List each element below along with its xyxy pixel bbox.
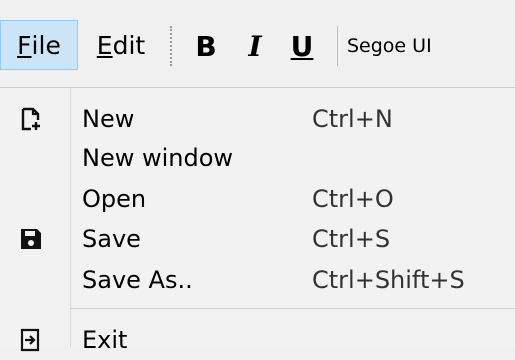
menu-separator bbox=[70, 308, 515, 309]
menu-item-label: Open bbox=[82, 184, 147, 213]
underline-button[interactable]: U bbox=[284, 27, 320, 65]
floppy-disk-icon bbox=[16, 224, 46, 254]
menu-file-mnemonic: F bbox=[17, 30, 32, 60]
menu-bar: File Edit B I U Segoe UI bbox=[0, 0, 515, 87]
font-name-selector[interactable]: Segoe UI bbox=[347, 28, 432, 64]
menu-item-open[interactable]: Open Ctrl+O bbox=[0, 178, 515, 219]
menu-file-label: ile bbox=[31, 30, 61, 60]
menu-item-exit[interactable]: Exit bbox=[0, 319, 515, 360]
menu-item-shortcut: Ctrl+Shift+S bbox=[312, 265, 465, 294]
bold-button[interactable]: B bbox=[188, 27, 224, 65]
new-file-icon bbox=[16, 104, 46, 134]
menu-file[interactable]: File bbox=[0, 20, 78, 70]
menu-edit-mnemonic: E bbox=[96, 30, 113, 60]
file-menu-dropdown: New Ctrl+N New window Open Ctrl+O Save C… bbox=[0, 87, 515, 354]
menu-item-shortcut: Ctrl+S bbox=[312, 224, 391, 253]
menu-edit-label: dit bbox=[112, 30, 146, 60]
toolbar-separator bbox=[337, 26, 338, 66]
menu-item-shortcut: Ctrl+O bbox=[312, 184, 394, 213]
menu-item-label: Save bbox=[82, 224, 141, 253]
menu-item-save[interactable]: Save Ctrl+S bbox=[0, 218, 515, 259]
menu-item-shortcut: Ctrl+N bbox=[312, 104, 393, 133]
menu-edit[interactable]: Edit bbox=[86, 20, 156, 70]
menu-item-save-as[interactable]: Save As.. Ctrl+Shift+S bbox=[0, 259, 515, 300]
menu-item-new-window[interactable]: New window bbox=[0, 137, 515, 178]
menu-item-label: New window bbox=[82, 143, 234, 172]
menu-item-label: Exit bbox=[82, 325, 128, 354]
menu-item-label: New bbox=[82, 104, 135, 133]
toolbar-grip[interactable] bbox=[170, 26, 172, 66]
italic-button[interactable]: I bbox=[237, 27, 273, 65]
menu-item-label: Save As.. bbox=[82, 265, 193, 294]
menu-item-new[interactable]: New Ctrl+N bbox=[0, 98, 515, 139]
exit-icon bbox=[16, 325, 46, 355]
